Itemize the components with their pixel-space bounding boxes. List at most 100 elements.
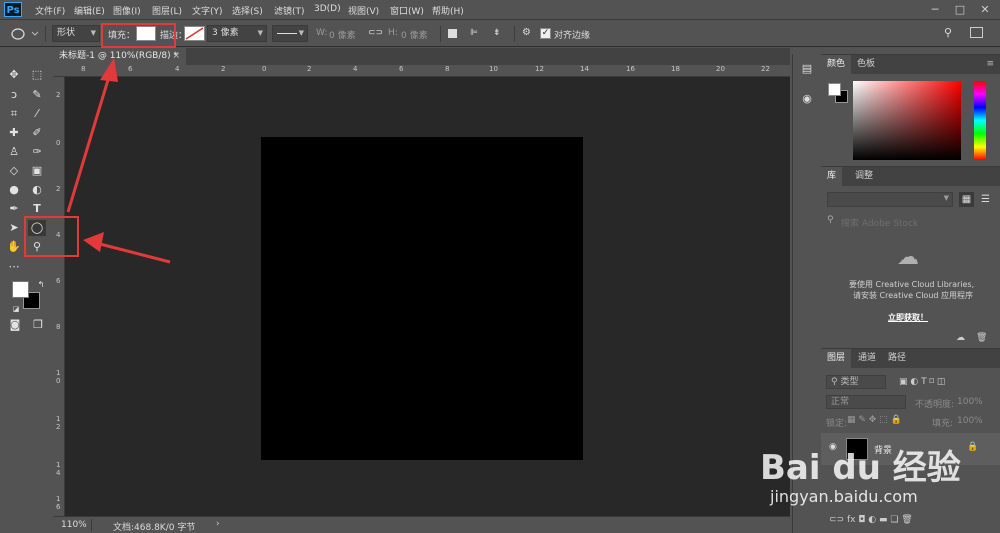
ellipse-tool-highlight-box xyxy=(24,216,79,257)
tab-library[interactable]: 库 xyxy=(821,167,843,186)
ruler-tick-label: 10 xyxy=(489,65,498,73)
trash-icon[interactable]: 🗑 xyxy=(976,333,987,343)
filter-pixel-icon[interactable]: ▣ ◐ T ⌑ ◫ xyxy=(899,377,945,387)
layer-row[interactable]: ◉ 背景 🔒 xyxy=(821,433,1000,465)
menu-view[interactable]: 视图(V) xyxy=(348,4,379,17)
menu-file[interactable]: 文件(F) xyxy=(35,4,65,17)
no-stroke-icon xyxy=(185,27,204,40)
menu-image[interactable]: 图像(I) xyxy=(113,4,141,17)
ruler-tick-label: 2 xyxy=(56,423,61,431)
gear-icon[interactable]: ⚙ xyxy=(522,27,531,38)
menu-help[interactable]: 帮助(H) xyxy=(432,4,464,17)
color-panel-tabs: 颜色 色板 ≡ xyxy=(821,55,1000,74)
pen-tool-icon[interactable]: ✒ xyxy=(5,201,23,217)
screen-mode-icon[interactable]: ❐ xyxy=(29,317,47,333)
type-tool-icon[interactable]: T xyxy=(28,201,46,217)
path-selection-tool-icon[interactable]: ➤ xyxy=(5,220,23,236)
path-alignment-icon[interactable]: ⊫ xyxy=(470,28,478,38)
chevron-right-icon[interactable]: › xyxy=(216,519,220,529)
blend-mode-select[interactable]: 正常 xyxy=(826,395,906,409)
brush-tool-icon[interactable]: ✐ xyxy=(28,125,46,141)
tab-adjustments[interactable]: 调整 xyxy=(849,167,879,186)
quick-select-tool-icon[interactable]: ✎ xyxy=(28,87,46,103)
menu-select[interactable]: 选择(S) xyxy=(232,4,263,17)
hue-slider[interactable] xyxy=(974,81,986,160)
foreground-color-swatch[interactable] xyxy=(12,281,29,298)
crop-tool-icon[interactable]: ⌗ xyxy=(5,106,23,122)
height-value[interactable]: 0 像素 xyxy=(401,28,428,41)
menu-edit[interactable]: 编辑(E) xyxy=(74,4,105,17)
maximize-icon[interactable]: □ xyxy=(951,1,969,18)
stroke-width-select[interactable]: 3 像素 ▼ xyxy=(207,25,267,42)
visibility-eye-icon[interactable]: ◉ xyxy=(829,442,837,452)
clone-stamp-tool-icon[interactable]: ♙ xyxy=(5,144,23,160)
creative-cloud-icon: ☁ xyxy=(897,245,919,270)
quick-mask-icon[interactable]: ◙ xyxy=(6,317,24,333)
dodge-tool-icon[interactable]: ◐ xyxy=(28,182,46,198)
history-panel-icon[interactable]: ▤ xyxy=(799,62,815,76)
list-view-icon[interactable]: ☰ xyxy=(978,192,993,207)
layer-filter-select[interactable]: ⚲ 类型 xyxy=(826,375,886,389)
menu-window[interactable]: 窗口(W) xyxy=(390,4,424,17)
menu-type[interactable]: 文字(Y) xyxy=(192,4,223,17)
fill-value[interactable]: 100% xyxy=(957,416,983,426)
library-panel: 库 调整 ▼ ▦ ☰ ⚲ 搜索 Adobe Stock ☁ 要使用 Creati… xyxy=(821,166,1000,346)
width-label: W: xyxy=(316,28,328,38)
layers-footer-icons[interactable]: ⊂⊃ fx ◘ ◐ ▬ ❏ 🗑 xyxy=(829,515,913,525)
marquee-tool-icon[interactable]: ⬚ xyxy=(28,67,46,83)
lock-label: 锁定: xyxy=(826,419,848,429)
align-edges-checkbox[interactable]: ✓ xyxy=(540,28,551,39)
width-value[interactable]: 0 像素 xyxy=(329,28,356,41)
default-colors-icon[interactable]: ◪ xyxy=(7,301,25,317)
more-tools-icon[interactable]: ⋯ xyxy=(5,259,23,275)
stock-search-input[interactable]: 搜索 Adobe Stock xyxy=(841,216,918,229)
grid-view-icon[interactable]: ▦ xyxy=(959,192,974,207)
search-icon[interactable]: ⚲ xyxy=(944,26,952,39)
zoom-level[interactable]: 110% xyxy=(61,520,87,530)
get-now-link[interactable]: 立即获取！ xyxy=(888,312,928,323)
tool-preset-picker[interactable] xyxy=(8,27,39,41)
blur-tool-icon[interactable]: ● xyxy=(5,182,23,198)
close-tab-icon[interactable]: × xyxy=(172,48,180,65)
photoshop-logo: Ps xyxy=(4,2,22,17)
healing-brush-tool-icon[interactable]: ✚ xyxy=(5,125,23,141)
panel-menu-icon[interactable]: ≡ xyxy=(986,59,994,69)
eyedropper-tool-icon[interactable]: ⁄ xyxy=(28,106,46,122)
hand-tool-icon[interactable]: ✋ xyxy=(5,239,23,255)
link-icon[interactable]: ⊂⊃ xyxy=(368,28,383,38)
gradient-tool-icon[interactable]: ▣ xyxy=(28,163,46,179)
tab-paths[interactable]: 路径 xyxy=(882,349,912,368)
ruler-tick-label: 2 xyxy=(221,65,226,73)
swap-colors-icon[interactable]: ↰ xyxy=(32,277,50,293)
lasso-tool-icon[interactable]: ↄ xyxy=(5,87,23,103)
menu-filter[interactable]: 滤镜(T) xyxy=(274,4,305,17)
tab-swatches[interactable]: 色板 xyxy=(851,55,881,74)
shape-mode-select[interactable]: 形状 ▼ xyxy=(52,25,100,42)
ruler-tick-label: 8 xyxy=(56,323,61,331)
tab-channels[interactable]: 通道 xyxy=(852,349,882,368)
opacity-value[interactable]: 100% xyxy=(957,397,983,407)
path-arrangement-icon[interactable]: ⇟ xyxy=(493,28,501,38)
history-brush-tool-icon[interactable]: ✑ xyxy=(28,144,46,160)
document-canvas[interactable] xyxy=(261,137,583,460)
cloud-sync-icon[interactable]: ☁ xyxy=(956,333,965,343)
color-spectrum-field[interactable] xyxy=(853,81,961,160)
library-select[interactable]: ▼ xyxy=(827,192,953,207)
eraser-tool-icon[interactable]: ◇ xyxy=(5,163,23,179)
menu-layer[interactable]: 图层(L) xyxy=(152,4,182,17)
foreground-color-swatch[interactable] xyxy=(828,83,841,96)
move-tool-icon[interactable]: ✥ xyxy=(5,67,23,83)
lock-icons[interactable]: ▦ ✎ ✥ ⬚ 🔒 xyxy=(847,415,902,425)
tab-color[interactable]: 颜色 xyxy=(821,55,852,74)
menu-3d[interactable]: 3D(D) xyxy=(314,4,341,14)
stroke-type-select[interactable]: ▼ xyxy=(272,25,308,42)
path-operations-icon[interactable] xyxy=(448,29,457,38)
document-tab[interactable]: 未标题-1 @ 110%(RGB/8) * × xyxy=(53,48,186,65)
ruler-tick-label: 1 xyxy=(56,415,61,423)
minimize-icon[interactable]: ─ xyxy=(926,1,944,18)
close-icon[interactable]: ✕ xyxy=(976,1,994,18)
properties-panel-icon[interactable]: ◉ xyxy=(799,92,815,106)
stroke-swatch[interactable] xyxy=(184,26,205,41)
tab-layers[interactable]: 图层 xyxy=(821,349,852,368)
workspace-icon[interactable] xyxy=(970,27,983,38)
